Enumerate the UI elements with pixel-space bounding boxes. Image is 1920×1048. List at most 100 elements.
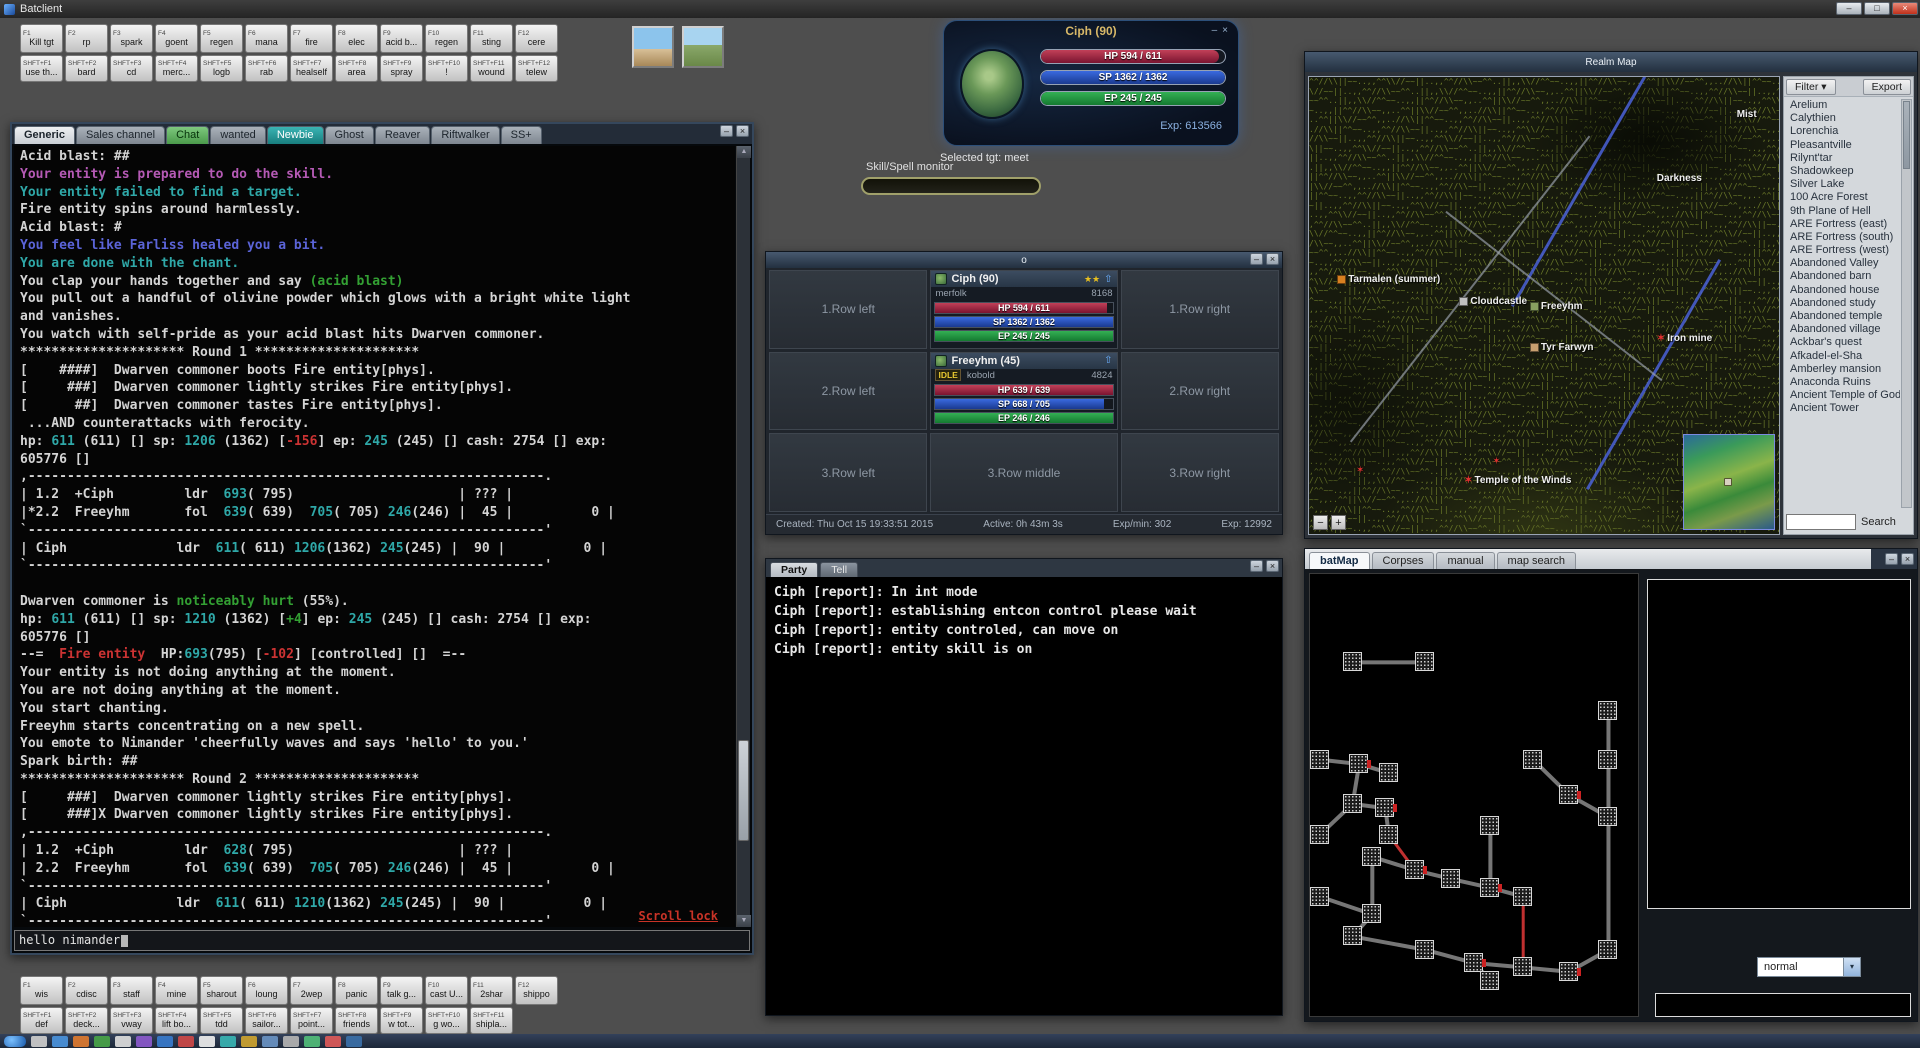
taskbar-app-icon[interactable] — [262, 1036, 278, 1047]
map-room-node[interactable] — [1378, 824, 1398, 844]
window-minimize-button[interactable]: – — [1250, 253, 1263, 265]
realm-location-item[interactable]: Shadowkeep — [1786, 165, 1900, 178]
party-member-card[interactable]: Freeyhm (45) ⇧ IDLE kobold 4824 HP 639 / 639 S… — [930, 351, 1118, 431]
map-room-node[interactable] — [1480, 877, 1503, 897]
macro-button[interactable]: SHFT+F11 wound — [470, 55, 513, 82]
scroll-down-icon[interactable]: ▼ — [737, 915, 751, 927]
macro-button[interactable]: SHFT+F11 shipla... — [470, 1007, 513, 1034]
realm-location-item[interactable]: ARE Fortress (east) — [1786, 218, 1900, 231]
tab-batmap[interactable]: batMap — [1309, 552, 1370, 569]
map-room-node[interactable] — [1310, 824, 1329, 844]
window-close-button[interactable]: × — [1266, 253, 1279, 265]
map-room-node[interactable] — [1559, 785, 1582, 804]
macro-button[interactable]: F10 cast U... — [425, 976, 468, 1005]
realm-location-item[interactable]: Ackbar's quest — [1786, 336, 1900, 349]
macro-button[interactable]: SHFT+F12 telew — [515, 55, 558, 82]
realm-location-item[interactable]: Ancient Temple of Gods — [1786, 389, 1900, 402]
tab-manual[interactable]: manual — [1436, 552, 1495, 569]
realm-location-item[interactable]: Abandoned temple — [1786, 310, 1900, 323]
realm-location-item[interactable]: Abandoned village — [1786, 323, 1900, 336]
taskbar-app-icon[interactable] — [136, 1036, 152, 1047]
macro-button[interactable]: SHFT+F5 tdd — [200, 1007, 243, 1034]
map-room-node[interactable] — [1414, 652, 1434, 672]
map-room-node[interactable] — [1513, 957, 1533, 977]
macro-button[interactable]: F4 goent — [155, 24, 198, 53]
map-room-node[interactable] — [1310, 886, 1329, 906]
map-room-node[interactable] — [1362, 846, 1382, 866]
macro-button[interactable]: F10 regen — [425, 24, 468, 53]
taskbar-app-icon[interactable] — [283, 1036, 299, 1047]
realm-map-area[interactable]: ^^//\\||~~..,,^^\\//~~||..,,^^//\\~~^^..… — [1308, 76, 1780, 535]
map-room-node[interactable] — [1362, 904, 1382, 924]
macro-button[interactable]: SHFT+F5 logb — [200, 55, 243, 82]
taskbar-app-icon[interactable] — [241, 1036, 257, 1047]
map-room-node[interactable] — [1598, 749, 1618, 769]
macro-button[interactable]: F6 loung — [245, 976, 288, 1005]
zoom-in-button[interactable]: + — [1331, 515, 1346, 530]
taskbar-app-icon[interactable] — [304, 1036, 320, 1047]
tab-wanted[interactable]: wanted — [210, 126, 266, 144]
taskbar-app-icon[interactable] — [94, 1036, 110, 1047]
maximize-button[interactable]: □ — [1864, 2, 1890, 15]
scroll-up-icon[interactable]: ▲ — [737, 146, 751, 158]
tab-reaver[interactable]: Reaver — [374, 126, 431, 144]
tab-tell[interactable]: Tell — [820, 562, 859, 577]
zoom-out-button[interactable]: − — [1313, 515, 1328, 530]
realm-location-item[interactable]: Afkadel-el-Sha — [1786, 350, 1900, 363]
taskbar-app-icon[interactable] — [220, 1036, 236, 1047]
taskbar-app-icon[interactable] — [31, 1036, 47, 1047]
macro-button[interactable]: SHFT+F4 lift bo... — [155, 1007, 198, 1034]
map-room-node[interactable] — [1480, 815, 1500, 835]
window-minimize-button[interactable]: – — [1250, 560, 1263, 572]
map-room-node[interactable] — [1598, 807, 1618, 827]
filter-button[interactable]: Filter ▾ — [1786, 78, 1836, 95]
macro-button[interactable]: F8 panic — [335, 976, 378, 1005]
tab-sales-channel[interactable]: Sales channel — [75, 126, 166, 144]
realm-location-item[interactable]: Calythien — [1786, 112, 1900, 125]
tab-party[interactable]: Party — [770, 562, 819, 577]
window-close-button[interactable]: × — [736, 125, 749, 137]
taskbar-app-icon[interactable] — [178, 1036, 194, 1047]
tab-newbie[interactable]: Newbie — [266, 126, 324, 144]
macro-button[interactable]: F12 cere — [515, 24, 558, 53]
macro-button[interactable]: F6 mana — [245, 24, 288, 53]
macro-button[interactable]: SHFT+F8 friends — [335, 1007, 378, 1034]
start-button[interactable] — [4, 1036, 26, 1047]
macro-image-button-1[interactable] — [632, 26, 674, 68]
macro-button[interactable]: F5 sharout — [200, 976, 243, 1005]
tab-riftwalker[interactable]: Riftwalker — [431, 126, 500, 144]
map-room-node[interactable] — [1310, 749, 1329, 769]
macro-button[interactable]: F3 staff — [110, 976, 153, 1005]
macro-button[interactable]: F7 fire — [290, 24, 333, 53]
macro-button[interactable]: SHFT+F4 merc... — [155, 55, 198, 82]
macro-image-button-2[interactable] — [682, 26, 724, 68]
macro-button[interactable]: F2 rp — [65, 24, 108, 53]
macro-button[interactable]: F1 wis — [20, 976, 63, 1005]
realm-location-item[interactable]: Silver Lake — [1786, 178, 1900, 191]
realm-location-item[interactable]: Abandoned study — [1786, 297, 1900, 310]
realm-location-item[interactable]: Abandoned house — [1786, 284, 1900, 297]
batmap-command-panel[interactable] — [1655, 993, 1911, 1017]
map-room-node[interactable] — [1342, 926, 1362, 946]
scrollbar-thumb[interactable] — [1903, 101, 1910, 169]
tab-ghost[interactable]: Ghost — [324, 126, 374, 144]
macro-button[interactable]: SHFT+F8 area — [335, 55, 378, 82]
map-room-node[interactable] — [1414, 939, 1434, 959]
map-room-node[interactable] — [1441, 868, 1461, 888]
macro-button[interactable]: F11 sting — [470, 24, 513, 53]
map-mode-dropdown[interactable]: normal ▾ — [1757, 957, 1861, 977]
realm-location-item[interactable]: 9th Plane of Hell — [1786, 205, 1900, 218]
map-room-node[interactable] — [1378, 762, 1398, 782]
realm-location-item[interactable]: Abandoned Valley — [1786, 257, 1900, 270]
macro-button[interactable]: F12 shippo — [515, 976, 558, 1005]
realm-location-item[interactable]: Ancient Tower — [1786, 402, 1900, 415]
macro-button[interactable]: SHFT+F9 spray — [380, 55, 423, 82]
realm-location-item[interactable]: ARE Fortress (west) — [1786, 244, 1900, 257]
realm-location-item[interactable]: Pleasantville — [1786, 139, 1900, 152]
macro-button[interactable]: F3 spark — [110, 24, 153, 53]
taskbar-app-icon[interactable] — [325, 1036, 341, 1047]
map-room-node[interactable] — [1404, 860, 1427, 880]
map-room-node[interactable] — [1464, 952, 1486, 972]
macro-button[interactable]: F9 talk g... — [380, 976, 423, 1005]
terminal-scrollbar[interactable]: ▲ ▼ — [736, 146, 751, 927]
